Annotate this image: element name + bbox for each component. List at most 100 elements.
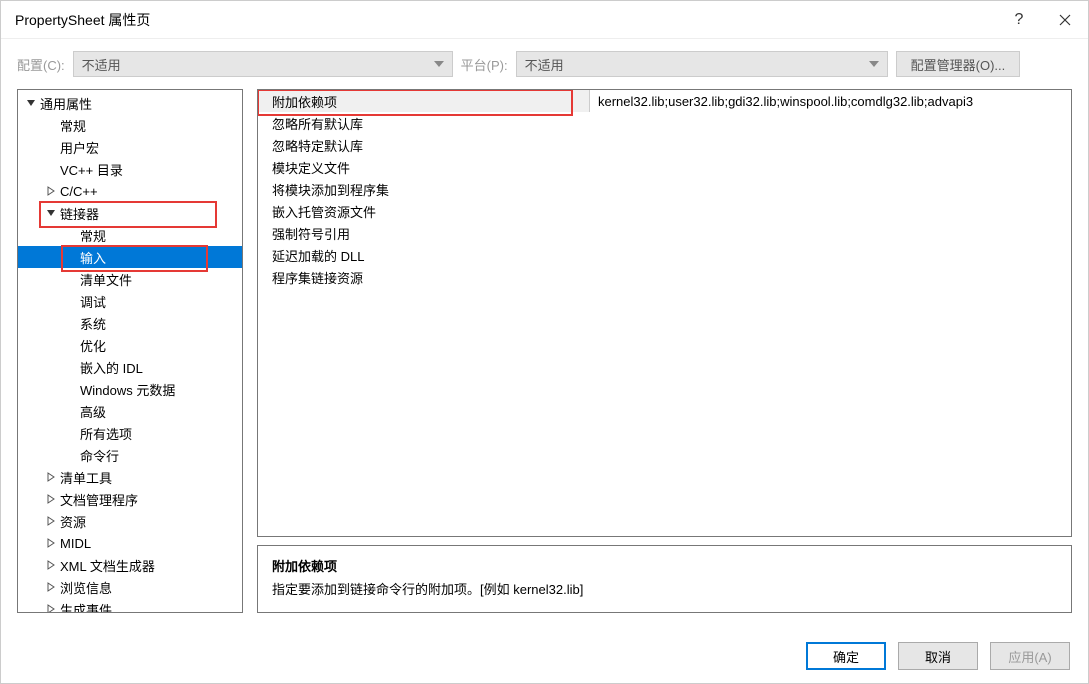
tree-item[interactable]: 命令行 <box>18 444 242 466</box>
property-row[interactable]: 忽略所有默认库 <box>258 112 1071 134</box>
property-row[interactable]: 延迟加载的 DLL <box>258 244 1071 266</box>
right-panel: 附加依赖项kernel32.lib;user32.lib;gdi32.lib;w… <box>257 89 1072 613</box>
tree-item[interactable]: 系统 <box>18 312 242 334</box>
tree-item[interactable]: 优化 <box>18 334 242 356</box>
property-tree[interactable]: 通用属性常规用户宏VC++ 目录C/C++链接器常规输入清单文件调试系统优化嵌入… <box>17 89 243 613</box>
tree-item[interactable]: 浏览信息 <box>18 576 242 598</box>
dialog-buttons: 确定 取消 应用(A) <box>1 629 1088 683</box>
tree-item[interactable]: 嵌入的 IDL <box>18 356 242 378</box>
arrow-placeholder <box>44 162 58 176</box>
property-key: 强制符号引用 <box>258 222 590 244</box>
property-row[interactable]: 附加依赖项kernel32.lib;user32.lib;gdi32.lib;w… <box>258 90 1071 112</box>
tree-item-label: 常规 <box>60 116 86 135</box>
collapse-icon[interactable] <box>24 96 38 110</box>
tree-item-label: 输入 <box>80 248 106 267</box>
tree-item-label: Windows 元数据 <box>80 380 175 399</box>
description-text: 指定要添加到链接命令行的附加项。[例如 kernel32.lib] <box>272 579 1057 598</box>
tree-item[interactable]: 输入 <box>18 246 242 268</box>
ok-button[interactable]: 确定 <box>806 642 886 670</box>
property-value[interactable] <box>590 156 1071 178</box>
tree-item[interactable]: 生成事件 <box>18 598 242 613</box>
property-value[interactable] <box>590 112 1071 134</box>
tree-item[interactable]: 调试 <box>18 290 242 312</box>
tree-item-label: 嵌入的 IDL <box>80 358 143 377</box>
property-key: 将模块添加到程序集 <box>258 178 590 200</box>
tree-item[interactable]: 资源 <box>18 510 242 532</box>
tree-item-label: 资源 <box>60 512 86 531</box>
property-value[interactable] <box>590 134 1071 156</box>
property-value[interactable] <box>590 222 1071 244</box>
property-value[interactable] <box>590 266 1071 288</box>
tree-item-label: 文档管理程序 <box>60 490 138 509</box>
expand-icon[interactable] <box>44 536 58 550</box>
tree-item[interactable]: Windows 元数据 <box>18 378 242 400</box>
tree-item-label: XML 文档生成器 <box>60 556 155 575</box>
arrow-placeholder <box>64 382 78 396</box>
property-row[interactable]: 嵌入托管资源文件 <box>258 200 1071 222</box>
platform-select[interactable]: 不适用 <box>516 51 888 77</box>
config-manager-button[interactable]: 配置管理器(O)... <box>896 51 1021 77</box>
window-title: PropertySheet 属性页 <box>15 10 996 30</box>
tree-item-label: 命令行 <box>80 446 119 465</box>
platform-value: 不适用 <box>525 55 861 74</box>
tree-item[interactable]: 常规 <box>18 224 242 246</box>
property-value[interactable] <box>590 178 1071 200</box>
property-grid[interactable]: 附加依赖项kernel32.lib;user32.lib;gdi32.lib;w… <box>257 89 1072 537</box>
tree-item[interactable]: MIDL <box>18 532 242 554</box>
property-row[interactable]: 模块定义文件 <box>258 156 1071 178</box>
config-label: 配置(C): <box>17 55 65 74</box>
help-button[interactable]: ? <box>996 1 1042 39</box>
tree-item[interactable]: 通用属性 <box>18 92 242 114</box>
expand-icon[interactable] <box>44 580 58 594</box>
tree-item[interactable]: C/C++ <box>18 180 242 202</box>
arrow-placeholder <box>64 360 78 374</box>
tree-item[interactable]: 链接器 <box>18 202 242 224</box>
property-row[interactable]: 程序集链接资源 <box>258 266 1071 288</box>
tree-item[interactable]: VC++ 目录 <box>18 158 242 180</box>
arrow-placeholder <box>64 228 78 242</box>
cancel-button[interactable]: 取消 <box>898 642 978 670</box>
tree-item-label: 系统 <box>80 314 106 333</box>
expand-icon[interactable] <box>44 184 58 198</box>
arrow-placeholder <box>64 448 78 462</box>
config-toolbar: 配置(C): 不适用 平台(P): 不适用 配置管理器(O)... <box>1 43 1088 85</box>
tree-item-label: MIDL <box>60 536 91 551</box>
property-value[interactable] <box>590 244 1071 266</box>
platform-label: 平台(P): <box>461 55 508 74</box>
config-select[interactable]: 不适用 <box>73 51 453 77</box>
apply-button[interactable]: 应用(A) <box>990 642 1070 670</box>
property-sheet-dialog: PropertySheet 属性页 ? 配置(C): 不适用 平台(P): 不适… <box>0 0 1089 684</box>
tree-item-label: 链接器 <box>60 204 99 223</box>
property-row[interactable]: 将模块添加到程序集 <box>258 178 1071 200</box>
tree-item[interactable]: 高级 <box>18 400 242 422</box>
expand-icon[interactable] <box>44 558 58 572</box>
chevron-down-icon <box>869 61 879 67</box>
tree-item[interactable]: 所有选项 <box>18 422 242 444</box>
expand-icon[interactable] <box>44 602 58 613</box>
chevron-down-icon <box>434 61 444 67</box>
property-value[interactable]: kernel32.lib;user32.lib;gdi32.lib;winspo… <box>590 90 1071 112</box>
expand-icon[interactable] <box>44 492 58 506</box>
arrow-placeholder <box>64 426 78 440</box>
tree-item-label: 生成事件 <box>60 600 112 614</box>
tree-item[interactable]: 清单文件 <box>18 268 242 290</box>
tree-item-label: 常规 <box>80 226 106 245</box>
tree-item[interactable]: 文档管理程序 <box>18 488 242 510</box>
tree-item-label: 优化 <box>80 336 106 355</box>
property-value[interactable] <box>590 200 1071 222</box>
tree-item-label: 清单工具 <box>60 468 112 487</box>
collapse-icon[interactable] <box>44 206 58 220</box>
property-row[interactable]: 忽略特定默认库 <box>258 134 1071 156</box>
property-row[interactable]: 强制符号引用 <box>258 222 1071 244</box>
config-value: 不适用 <box>82 55 426 74</box>
tree-item-label: C/C++ <box>60 184 98 199</box>
expand-icon[interactable] <box>44 514 58 528</box>
property-key: 嵌入托管资源文件 <box>258 200 590 222</box>
arrow-placeholder <box>44 118 58 132</box>
expand-icon[interactable] <box>44 470 58 484</box>
tree-item[interactable]: 用户宏 <box>18 136 242 158</box>
tree-item[interactable]: 清单工具 <box>18 466 242 488</box>
tree-item[interactable]: 常规 <box>18 114 242 136</box>
close-button[interactable] <box>1042 1 1088 39</box>
tree-item[interactable]: XML 文档生成器 <box>18 554 242 576</box>
